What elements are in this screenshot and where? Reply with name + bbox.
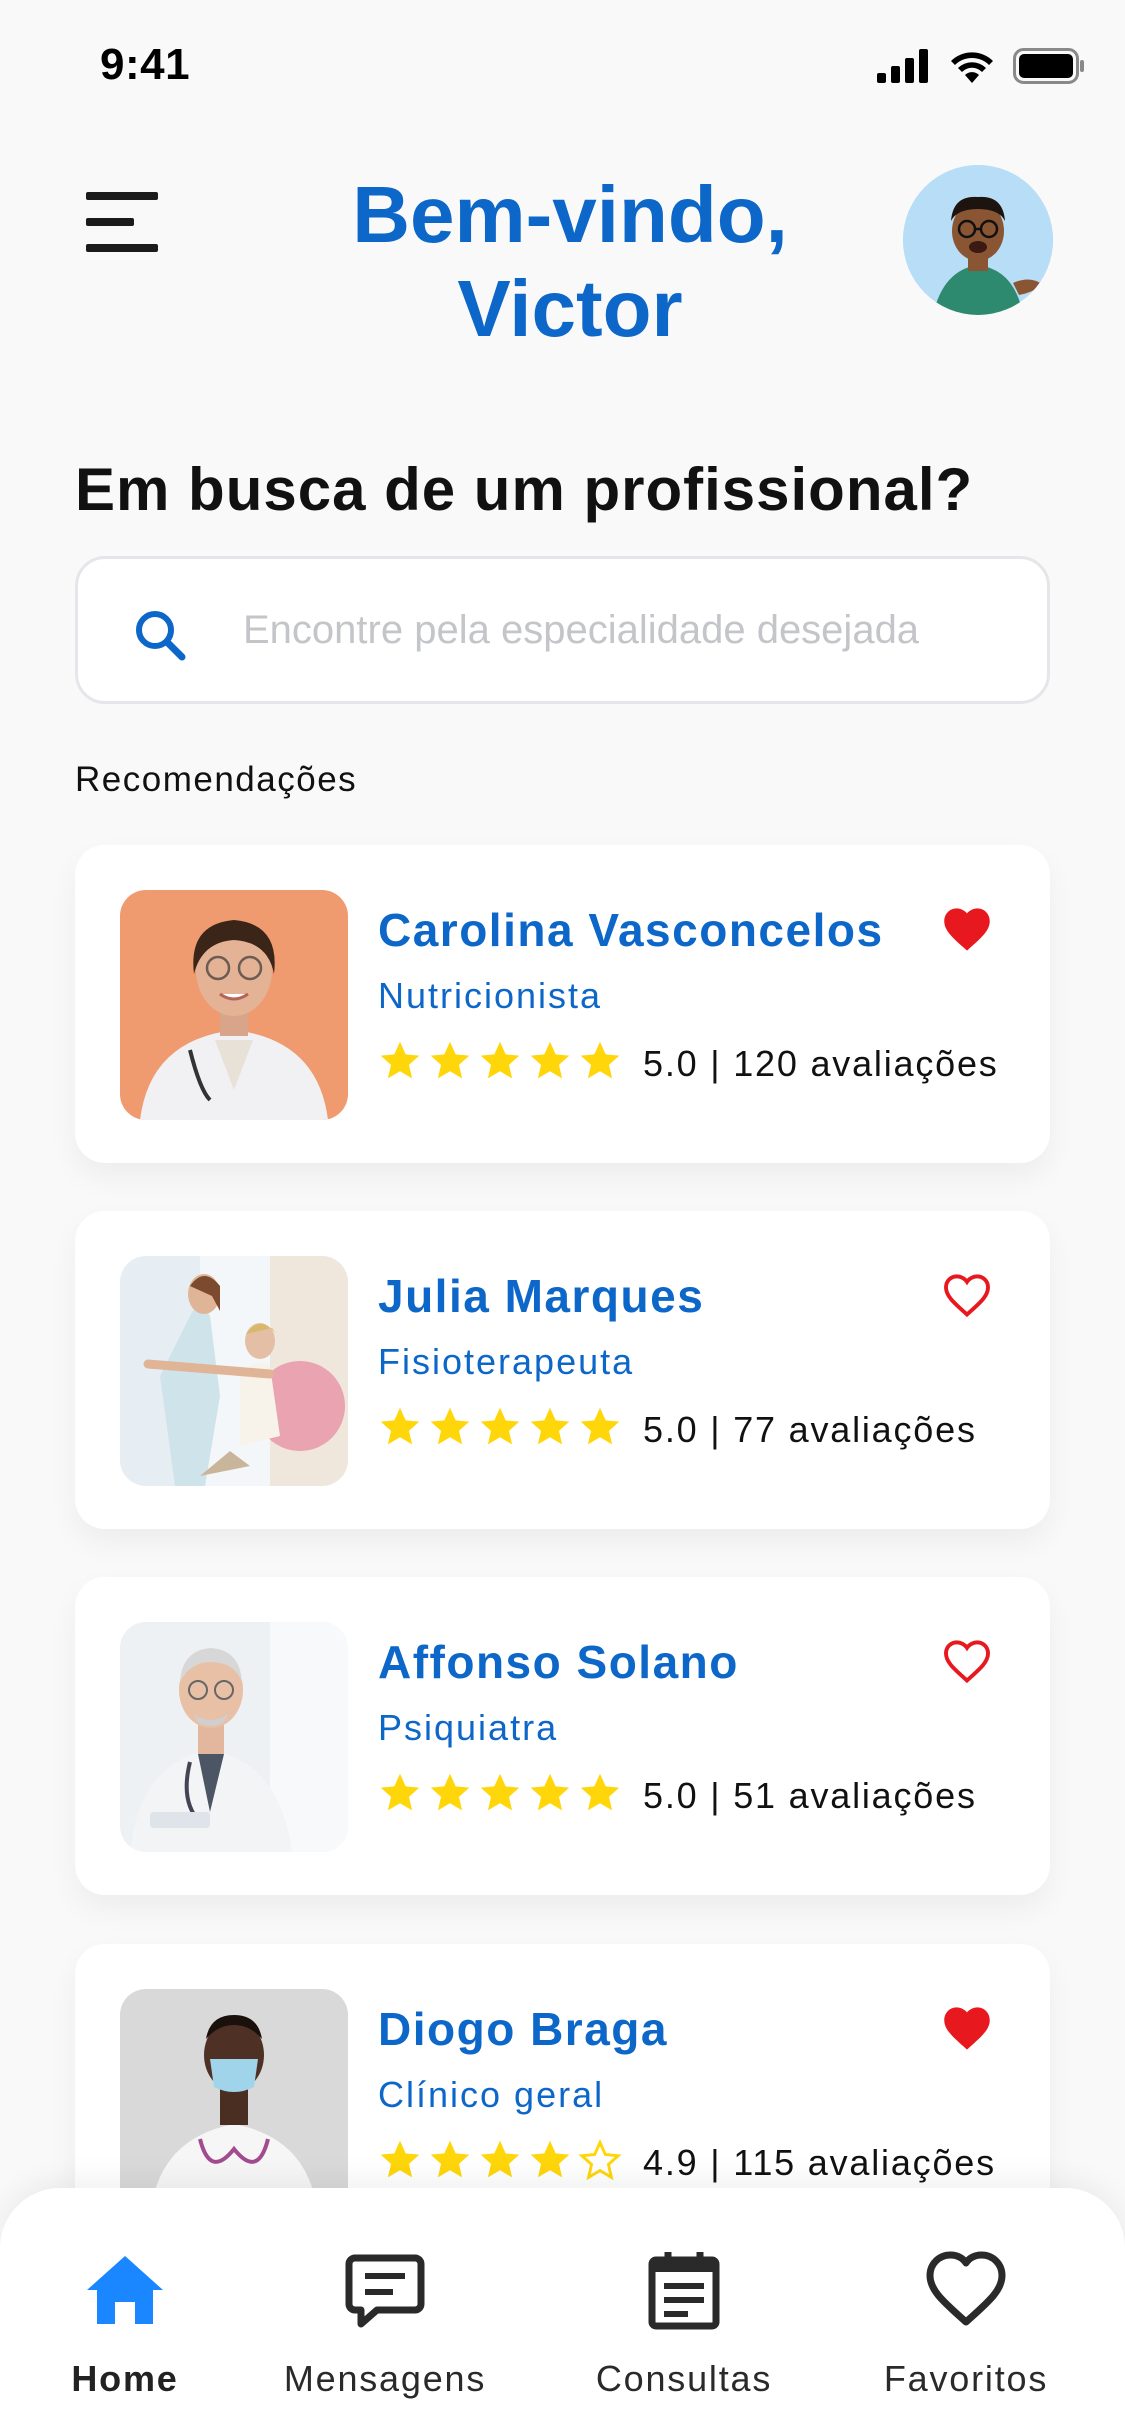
heart-filled-icon[interactable] [941,2004,993,2052]
nav-label-favorites: Favoritos [883,2358,1049,2399]
status-icons [877,48,1085,84]
nav-item-home[interactable]: Home [5,2248,245,2418]
star-filled-icon [480,1041,520,1079]
user-avatar[interactable] [903,165,1053,315]
star-filled-icon [480,2140,520,2178]
welcome-line-1: Bem-vindo, [352,170,788,259]
search-prompt-heading: Em busca de um profissional? [75,456,974,523]
nav-item-messages[interactable]: Mensagens [265,2248,505,2418]
rating-summary: 5.0 | 51 avaliações [643,1775,977,1816]
hamburger-menu-icon [86,192,158,252]
bottom-navigation: Home Mensagens Consultas Favoritos [0,2188,1125,2436]
professional-name: Diogo Braga [378,2003,668,2055]
star-filled-icon [380,1041,420,1079]
star-filled-icon [380,1407,420,1445]
home-icon [87,2256,163,2324]
star-filled-icon [430,1407,470,1445]
home-screen: 9:41 Bem-vindo, Victor Em busca de um pr… [0,0,1125,2436]
heart-outline-icon[interactable] [941,1637,993,1685]
star-filled-icon [380,2140,420,2178]
star-filled-icon [430,2140,470,2178]
battery-icon [1013,48,1084,84]
professional-specialty: Clínico geral [378,2074,605,2115]
nav-item-favorites[interactable]: Favoritos [846,2248,1086,2418]
message-icon [345,2254,425,2328]
wifi-icon [951,52,993,83]
heart-icon [926,2251,1006,2326]
professional-photo [120,1622,348,1852]
star-filled-icon [380,1773,420,1811]
heart-filled-icon[interactable] [941,905,993,953]
professional-specialty: Psiquiatra [378,1707,559,1748]
nav-item-appointments[interactable]: Consultas [564,2248,804,2418]
star-outline-icon [578,2138,622,2181]
professional-card[interactable]: Carolina Vasconcelos Nutricionista 5.0 |… [75,845,1050,1163]
search-icon [136,611,186,661]
menu-button[interactable] [86,190,162,254]
star-filled-icon [580,1407,620,1445]
star-filled-icon [580,1041,620,1079]
search-bar[interactable] [75,556,1050,704]
star-filled-icon [530,2140,570,2178]
welcome-user-name: Victor [457,264,683,353]
star-filled-icon [530,1041,570,1079]
nav-label-messages: Mensagens [283,2358,487,2399]
professional-photo [120,1989,348,2219]
star-filled-icon [480,1407,520,1445]
professional-name: Julia Marques [378,1270,705,1322]
signal-icon [877,49,928,83]
star-filled-icon [580,1773,620,1811]
status-time: 9:41 [100,40,191,89]
professional-name: Affonso Solano [378,1636,739,1688]
star-filled-icon [480,1773,520,1811]
star-filled-icon [530,1773,570,1811]
star-filled-icon [530,1407,570,1445]
professional-photo [120,1256,348,1486]
recommendations-label: Recomendações [75,760,358,799]
professional-photo [120,890,348,1120]
rating-summary: 5.0 | 77 avaliações [643,1409,977,1450]
avatar-photo [903,165,1053,315]
star-rating [378,2138,622,2182]
calendar-icon [648,2252,720,2330]
star-filled-icon [430,1041,470,1079]
professional-specialty: Nutricionista [378,975,603,1016]
rating-summary: 4.9 | 115 avaliações [643,2142,996,2183]
heart-outline-icon[interactable] [941,1271,993,1319]
nav-label-home: Home [71,2358,179,2399]
star-rating [378,1771,622,1815]
welcome-title: Bem-vindo, Victor [300,168,840,356]
status-bar: 9:41 [0,0,1125,132]
nav-label-appointments: Consultas [595,2358,773,2399]
star-rating [378,1039,622,1083]
professional-specialty: Fisioterapeuta [378,1341,635,1382]
star-filled-icon [430,1773,470,1811]
professional-card[interactable]: Affonso Solano Psiquiatra 5.0 | 51 avali… [75,1577,1050,1895]
star-rating [378,1405,622,1449]
professional-name: Carolina Vasconcelos [378,904,884,956]
professional-card[interactable]: Julia Marques Fisioterapeuta 5.0 | 77 av… [75,1211,1050,1529]
search-input[interactable] [243,559,1033,701]
rating-summary: 5.0 | 120 avaliações [643,1043,999,1084]
